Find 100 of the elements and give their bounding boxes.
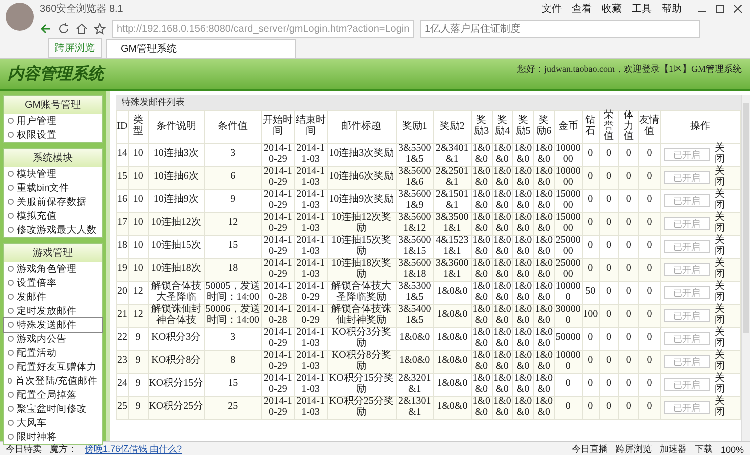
sidebar-item[interactable]: 修改游戏最大人数 bbox=[4, 223, 102, 237]
sidebar-item[interactable]: 大风车 bbox=[4, 416, 102, 430]
column-header: 钻石 bbox=[582, 110, 600, 143]
table-cell: 0 bbox=[582, 396, 600, 419]
sidebar-item[interactable]: 重载bin文件 bbox=[4, 181, 102, 195]
menu-item[interactable]: 工具 bbox=[632, 2, 652, 16]
menu-item[interactable]: 文件 bbox=[542, 2, 562, 16]
close-link[interactable]: 关闭 bbox=[714, 236, 726, 257]
status-item[interactable]: 下载 bbox=[694, 443, 713, 455]
table-cell: 0 bbox=[582, 258, 600, 281]
close-link[interactable]: 关闭 bbox=[714, 328, 726, 349]
table-cell: 1000000 bbox=[554, 143, 582, 166]
close-link[interactable]: 关闭 bbox=[714, 351, 726, 372]
sidebar-item[interactable]: 模拟充值 bbox=[4, 209, 102, 223]
table-cell: 2014-10-29 bbox=[262, 143, 294, 166]
table-cell: 1&0&0 bbox=[512, 143, 534, 166]
table-cell: 2&1301&1 bbox=[396, 396, 434, 419]
sidebar-item[interactable]: 游戏角色管理 bbox=[4, 262, 102, 276]
table-cell: KO积分8分 bbox=[148, 350, 204, 373]
close-link[interactable]: 关闭 bbox=[714, 374, 726, 395]
table-cell: 100000 bbox=[554, 350, 582, 373]
table-cell: 21 bbox=[116, 304, 128, 327]
news-link[interactable]: 傍晚1.76亿借钱 由什么? bbox=[85, 443, 564, 455]
table-cell: 0 bbox=[618, 166, 639, 189]
table-cell: 2&3401&1 bbox=[434, 143, 472, 166]
close-link[interactable]: 关闭 bbox=[714, 397, 726, 418]
table-cell: 2&3201&1 bbox=[396, 373, 434, 396]
table-cell: 0 bbox=[599, 304, 619, 327]
sidebar-item[interactable]: 特殊发送邮件 bbox=[4, 318, 102, 332]
table-cell: 2&2501&1 bbox=[434, 166, 472, 189]
table-cell: 1&0&0 bbox=[512, 281, 534, 304]
menu-item[interactable]: 收藏 bbox=[602, 2, 622, 16]
group-title[interactable]: 游戏管理 bbox=[4, 244, 102, 262]
sidebar-item[interactable]: 设置倍率 bbox=[4, 276, 102, 290]
status-item[interactable]: 跨屏浏览 bbox=[616, 443, 652, 455]
sidebar-item[interactable]: 聚宝盆时间修改 bbox=[4, 402, 102, 416]
table-cell: 1&0&0 bbox=[534, 327, 555, 350]
back-icon[interactable] bbox=[40, 23, 52, 35]
close-link[interactable]: 关闭 bbox=[714, 305, 726, 326]
close-link[interactable]: 关闭 bbox=[714, 259, 726, 280]
sidebar-item[interactable]: 配置好友互赠体力 bbox=[4, 360, 102, 374]
refresh-icon[interactable] bbox=[58, 23, 70, 35]
group-title[interactable]: GM账号管理 bbox=[4, 96, 102, 114]
table-cell: KO积分15分奖励 bbox=[327, 373, 396, 396]
close-link[interactable]: 关闭 bbox=[714, 282, 726, 303]
table-cell: 0 bbox=[618, 189, 639, 212]
table-cell: 2500000 bbox=[554, 235, 582, 258]
sidebar-item[interactable]: 配置活动 bbox=[4, 346, 102, 360]
menu-item[interactable]: 帮助 bbox=[662, 2, 682, 16]
sidebar-item[interactable]: 游戏内公告 bbox=[4, 332, 102, 346]
table-cell: 3 bbox=[204, 143, 262, 166]
table-cell: 0 bbox=[582, 350, 600, 373]
status-item[interactable]: 今日直播 bbox=[572, 443, 608, 455]
menu-item[interactable]: 查看 bbox=[572, 2, 592, 16]
table-cell: 12 bbox=[128, 304, 148, 327]
status-item[interactable]: 100% bbox=[720, 444, 744, 454]
table-cell: KO积分3分 bbox=[148, 327, 204, 350]
sidebar-item[interactable]: 关服前保存数据 bbox=[4, 195, 102, 209]
search-field[interactable]: 1亿人落户居住证制度 bbox=[420, 20, 700, 38]
maximize-icon[interactable] bbox=[716, 5, 724, 13]
table-cell: 0 bbox=[638, 396, 661, 419]
status-item[interactable]: 加速器 bbox=[660, 443, 687, 455]
close-link[interactable]: 关闭 bbox=[714, 190, 726, 211]
table-cell: 1&0&0 bbox=[492, 212, 513, 235]
sidebar-item[interactable]: 用户管理 bbox=[4, 114, 102, 128]
home-icon[interactable] bbox=[76, 23, 88, 35]
sidebar-item[interactable]: 配置全局掉落 bbox=[4, 388, 102, 402]
close-link[interactable]: 关闭 bbox=[714, 167, 726, 188]
table-cell: 0 bbox=[638, 350, 661, 373]
sidebar-item[interactable]: 首次登陆/充值邮件 bbox=[4, 374, 102, 388]
star-icon[interactable] bbox=[94, 23, 106, 35]
sidebar-item[interactable]: 模块管理 bbox=[4, 167, 102, 181]
table-cell: 1&0&0 bbox=[534, 258, 555, 281]
table-cell: 1&0&0 bbox=[534, 143, 555, 166]
table-cell: 9 bbox=[128, 396, 148, 419]
table-cell: 24 bbox=[116, 373, 128, 396]
status-item[interactable]: 今日特卖 bbox=[6, 443, 42, 455]
table-cell: 1&0&0 bbox=[534, 166, 555, 189]
table-cell: 1&0&0 bbox=[534, 304, 555, 327]
table-cell: 22 bbox=[116, 327, 128, 350]
column-header: 奖励2 bbox=[434, 110, 472, 143]
browser-tab[interactable]: GM管理系统 bbox=[106, 39, 296, 58]
status-item[interactable]: 魔方： bbox=[50, 443, 77, 455]
sidebar-item[interactable]: 限时神将 bbox=[4, 430, 102, 444]
close-icon[interactable] bbox=[734, 5, 742, 13]
table-cell: 1500000 bbox=[554, 189, 582, 212]
table-cell: 0 bbox=[618, 350, 639, 373]
close-link[interactable]: 关闭 bbox=[714, 213, 726, 234]
avatar[interactable] bbox=[6, 3, 34, 31]
sidebar-item[interactable]: 权限设置 bbox=[4, 128, 102, 142]
group-title[interactable]: 系统模块 bbox=[4, 149, 102, 167]
table-cell: 2014-10-29 bbox=[262, 189, 294, 212]
sidebar-item[interactable]: 定时发放邮件 bbox=[4, 304, 102, 318]
table-cell: 10连抽18次 bbox=[148, 258, 204, 281]
sidebar-tab[interactable]: 跨屏浏览 bbox=[48, 38, 102, 58]
close-link[interactable]: 关闭 bbox=[714, 144, 726, 165]
table-cell: 12 bbox=[128, 281, 148, 304]
table-cell: 1&0&0 bbox=[512, 396, 534, 419]
table-cell: 15 bbox=[204, 373, 262, 396]
sidebar-item[interactable]: 发邮件 bbox=[4, 290, 102, 304]
